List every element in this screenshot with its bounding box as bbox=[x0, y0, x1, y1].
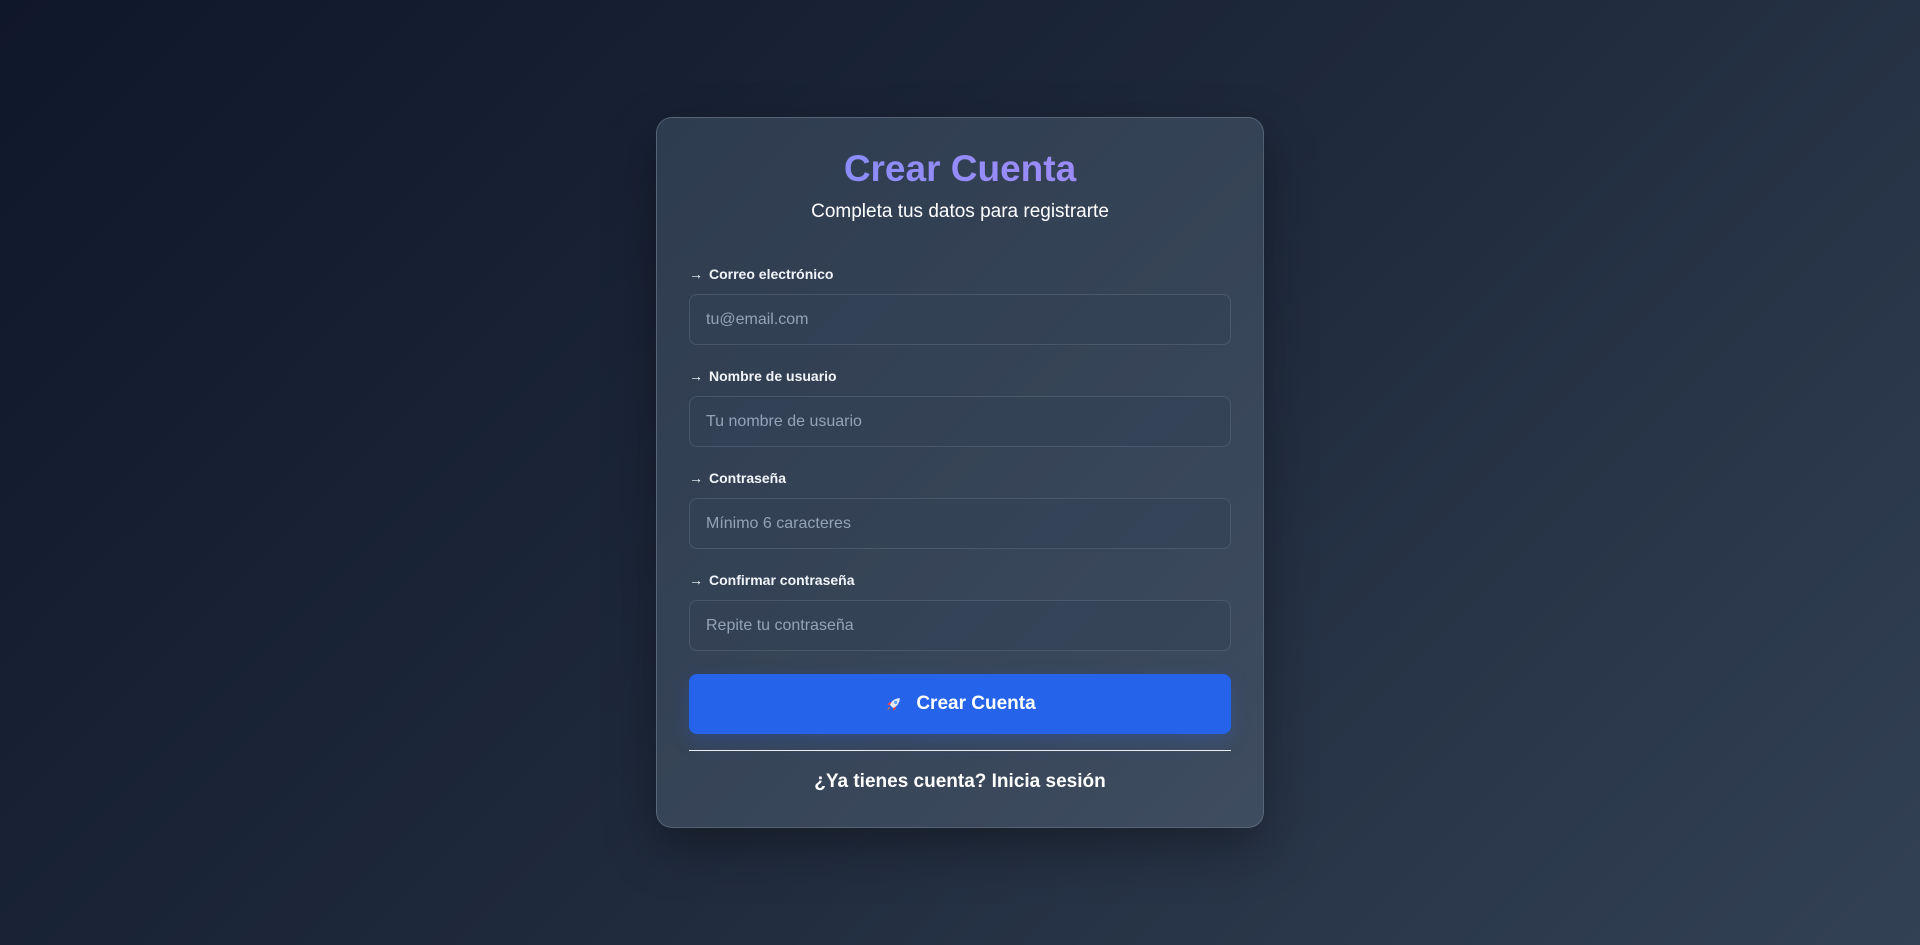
divider bbox=[689, 750, 1231, 751]
page-subtitle: Completa tus datos para registrarte bbox=[811, 201, 1109, 222]
login-link[interactable]: ¿Ya tienes cuenta? Inicia sesión bbox=[657, 770, 1263, 794]
create-account-button[interactable]: Crear Cuenta bbox=[689, 674, 1231, 734]
rocket-icon bbox=[887, 698, 901, 711]
arrow-right-icon: → bbox=[689, 266, 703, 282]
password-label: → Contraseña bbox=[689, 469, 786, 487]
username-field[interactable] bbox=[689, 396, 1231, 447]
arrow-right-icon: → bbox=[689, 572, 703, 588]
email-label-text: Correo electrónico bbox=[709, 266, 834, 282]
arrow-right-icon: → bbox=[689, 368, 703, 384]
username-label-text: Nombre de usuario bbox=[709, 368, 837, 384]
email-label: → Correo electrónico bbox=[689, 265, 833, 283]
username-label: → Nombre de usuario bbox=[689, 367, 837, 385]
arrow-right-icon: → bbox=[689, 470, 703, 486]
create-account-button-label: Crear Cuenta bbox=[916, 693, 1036, 714]
password-label-text: Contraseña bbox=[709, 470, 787, 486]
email-field[interactable] bbox=[689, 294, 1231, 345]
password-field[interactable] bbox=[689, 498, 1231, 549]
register-card: Crear Cuenta Completa tus datos para reg… bbox=[656, 117, 1264, 828]
page-title: Crear Cuenta bbox=[657, 147, 1263, 191]
confirm-password-label: → Confirmar contraseña bbox=[689, 571, 854, 589]
confirm-password-label-text: Confirmar contraseña bbox=[709, 572, 855, 588]
confirm-password-field[interactable] bbox=[689, 600, 1231, 651]
